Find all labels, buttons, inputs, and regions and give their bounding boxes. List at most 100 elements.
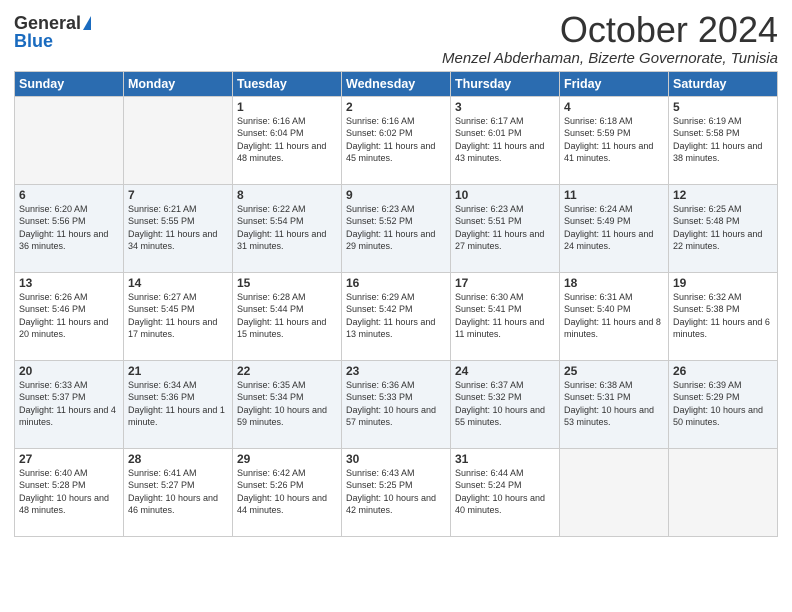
table-row: 5Sunrise: 6:19 AM Sunset: 5:58 PM Daylig… bbox=[669, 96, 778, 184]
table-row: 20Sunrise: 6:33 AM Sunset: 5:37 PM Dayli… bbox=[15, 360, 124, 448]
day-number: 29 bbox=[237, 452, 337, 466]
calendar-week-row: 20Sunrise: 6:33 AM Sunset: 5:37 PM Dayli… bbox=[15, 360, 778, 448]
day-number: 4 bbox=[564, 100, 664, 114]
day-number: 20 bbox=[19, 364, 119, 378]
table-row: 29Sunrise: 6:42 AM Sunset: 5:26 PM Dayli… bbox=[233, 448, 342, 536]
table-row: 28Sunrise: 6:41 AM Sunset: 5:27 PM Dayli… bbox=[124, 448, 233, 536]
day-number: 12 bbox=[673, 188, 773, 202]
day-info: Sunrise: 6:44 AM Sunset: 5:24 PM Dayligh… bbox=[455, 467, 555, 517]
day-info: Sunrise: 6:28 AM Sunset: 5:44 PM Dayligh… bbox=[237, 291, 337, 341]
day-number: 11 bbox=[564, 188, 664, 202]
header: General Blue October 2024 Menzel Abderha… bbox=[14, 10, 778, 67]
header-tuesday: Tuesday bbox=[233, 71, 342, 96]
day-info: Sunrise: 6:29 AM Sunset: 5:42 PM Dayligh… bbox=[346, 291, 446, 341]
day-number: 18 bbox=[564, 276, 664, 290]
table-row: 27Sunrise: 6:40 AM Sunset: 5:28 PM Dayli… bbox=[15, 448, 124, 536]
logo: General Blue bbox=[14, 14, 91, 50]
calendar-header-row: Sunday Monday Tuesday Wednesday Thursday… bbox=[15, 71, 778, 96]
table-row: 4Sunrise: 6:18 AM Sunset: 5:59 PM Daylig… bbox=[560, 96, 669, 184]
day-info: Sunrise: 6:37 AM Sunset: 5:32 PM Dayligh… bbox=[455, 379, 555, 429]
header-sunday: Sunday bbox=[15, 71, 124, 96]
day-info: Sunrise: 6:21 AM Sunset: 5:55 PM Dayligh… bbox=[128, 203, 228, 253]
day-info: Sunrise: 6:16 AM Sunset: 6:04 PM Dayligh… bbox=[237, 115, 337, 165]
day-info: Sunrise: 6:35 AM Sunset: 5:34 PM Dayligh… bbox=[237, 379, 337, 429]
day-info: Sunrise: 6:18 AM Sunset: 5:59 PM Dayligh… bbox=[564, 115, 664, 165]
day-number: 25 bbox=[564, 364, 664, 378]
day-number: 19 bbox=[673, 276, 773, 290]
table-row: 7Sunrise: 6:21 AM Sunset: 5:55 PM Daylig… bbox=[124, 184, 233, 272]
day-info: Sunrise: 6:38 AM Sunset: 5:31 PM Dayligh… bbox=[564, 379, 664, 429]
table-row: 9Sunrise: 6:23 AM Sunset: 5:52 PM Daylig… bbox=[342, 184, 451, 272]
day-info: Sunrise: 6:26 AM Sunset: 5:46 PM Dayligh… bbox=[19, 291, 119, 341]
day-number: 13 bbox=[19, 276, 119, 290]
day-info: Sunrise: 6:23 AM Sunset: 5:51 PM Dayligh… bbox=[455, 203, 555, 253]
day-number: 22 bbox=[237, 364, 337, 378]
day-number: 23 bbox=[346, 364, 446, 378]
table-row: 13Sunrise: 6:26 AM Sunset: 5:46 PM Dayli… bbox=[15, 272, 124, 360]
page: General Blue October 2024 Menzel Abderha… bbox=[0, 0, 792, 612]
day-number: 1 bbox=[237, 100, 337, 114]
table-row: 23Sunrise: 6:36 AM Sunset: 5:33 PM Dayli… bbox=[342, 360, 451, 448]
table-row: 17Sunrise: 6:30 AM Sunset: 5:41 PM Dayli… bbox=[451, 272, 560, 360]
day-number: 3 bbox=[455, 100, 555, 114]
table-row: 11Sunrise: 6:24 AM Sunset: 5:49 PM Dayli… bbox=[560, 184, 669, 272]
table-row: 8Sunrise: 6:22 AM Sunset: 5:54 PM Daylig… bbox=[233, 184, 342, 272]
header-thursday: Thursday bbox=[451, 71, 560, 96]
day-info: Sunrise: 6:33 AM Sunset: 5:37 PM Dayligh… bbox=[19, 379, 119, 429]
header-wednesday: Wednesday bbox=[342, 71, 451, 96]
day-number: 8 bbox=[237, 188, 337, 202]
table-row: 2Sunrise: 6:16 AM Sunset: 6:02 PM Daylig… bbox=[342, 96, 451, 184]
day-number: 21 bbox=[128, 364, 228, 378]
calendar-week-row: 27Sunrise: 6:40 AM Sunset: 5:28 PM Dayli… bbox=[15, 448, 778, 536]
day-number: 30 bbox=[346, 452, 446, 466]
table-row bbox=[124, 96, 233, 184]
calendar-week-row: 13Sunrise: 6:26 AM Sunset: 5:46 PM Dayli… bbox=[15, 272, 778, 360]
table-row: 15Sunrise: 6:28 AM Sunset: 5:44 PM Dayli… bbox=[233, 272, 342, 360]
day-info: Sunrise: 6:31 AM Sunset: 5:40 PM Dayligh… bbox=[564, 291, 664, 341]
day-info: Sunrise: 6:16 AM Sunset: 6:02 PM Dayligh… bbox=[346, 115, 446, 165]
table-row: 6Sunrise: 6:20 AM Sunset: 5:56 PM Daylig… bbox=[15, 184, 124, 272]
table-row: 21Sunrise: 6:34 AM Sunset: 5:36 PM Dayli… bbox=[124, 360, 233, 448]
day-info: Sunrise: 6:39 AM Sunset: 5:29 PM Dayligh… bbox=[673, 379, 773, 429]
calendar-week-row: 6Sunrise: 6:20 AM Sunset: 5:56 PM Daylig… bbox=[15, 184, 778, 272]
day-info: Sunrise: 6:42 AM Sunset: 5:26 PM Dayligh… bbox=[237, 467, 337, 517]
day-info: Sunrise: 6:40 AM Sunset: 5:28 PM Dayligh… bbox=[19, 467, 119, 517]
day-number: 10 bbox=[455, 188, 555, 202]
table-row: 26Sunrise: 6:39 AM Sunset: 5:29 PM Dayli… bbox=[669, 360, 778, 448]
calendar-week-row: 1Sunrise: 6:16 AM Sunset: 6:04 PM Daylig… bbox=[15, 96, 778, 184]
day-info: Sunrise: 6:41 AM Sunset: 5:27 PM Dayligh… bbox=[128, 467, 228, 517]
table-row: 24Sunrise: 6:37 AM Sunset: 5:32 PM Dayli… bbox=[451, 360, 560, 448]
day-info: Sunrise: 6:43 AM Sunset: 5:25 PM Dayligh… bbox=[346, 467, 446, 517]
day-info: Sunrise: 6:17 AM Sunset: 6:01 PM Dayligh… bbox=[455, 115, 555, 165]
header-monday: Monday bbox=[124, 71, 233, 96]
title-block: October 2024 Menzel Abderhaman, Bizerte … bbox=[442, 10, 778, 67]
day-number: 16 bbox=[346, 276, 446, 290]
table-row: 10Sunrise: 6:23 AM Sunset: 5:51 PM Dayli… bbox=[451, 184, 560, 272]
day-info: Sunrise: 6:36 AM Sunset: 5:33 PM Dayligh… bbox=[346, 379, 446, 429]
day-number: 28 bbox=[128, 452, 228, 466]
day-info: Sunrise: 6:24 AM Sunset: 5:49 PM Dayligh… bbox=[564, 203, 664, 253]
day-info: Sunrise: 6:19 AM Sunset: 5:58 PM Dayligh… bbox=[673, 115, 773, 165]
day-number: 14 bbox=[128, 276, 228, 290]
day-info: Sunrise: 6:30 AM Sunset: 5:41 PM Dayligh… bbox=[455, 291, 555, 341]
day-number: 2 bbox=[346, 100, 446, 114]
header-friday: Friday bbox=[560, 71, 669, 96]
table-row bbox=[560, 448, 669, 536]
day-number: 5 bbox=[673, 100, 773, 114]
table-row bbox=[15, 96, 124, 184]
main-title: October 2024 bbox=[442, 10, 778, 50]
day-number: 9 bbox=[346, 188, 446, 202]
day-number: 24 bbox=[455, 364, 555, 378]
table-row bbox=[669, 448, 778, 536]
calendar-table: Sunday Monday Tuesday Wednesday Thursday… bbox=[14, 71, 778, 537]
table-row: 3Sunrise: 6:17 AM Sunset: 6:01 PM Daylig… bbox=[451, 96, 560, 184]
day-info: Sunrise: 6:20 AM Sunset: 5:56 PM Dayligh… bbox=[19, 203, 119, 253]
table-row: 31Sunrise: 6:44 AM Sunset: 5:24 PM Dayli… bbox=[451, 448, 560, 536]
header-saturday: Saturday bbox=[669, 71, 778, 96]
subtitle: Menzel Abderhaman, Bizerte Governorate, … bbox=[442, 50, 778, 67]
logo-triangle-icon bbox=[83, 16, 91, 30]
table-row: 12Sunrise: 6:25 AM Sunset: 5:48 PM Dayli… bbox=[669, 184, 778, 272]
day-info: Sunrise: 6:27 AM Sunset: 5:45 PM Dayligh… bbox=[128, 291, 228, 341]
day-info: Sunrise: 6:34 AM Sunset: 5:36 PM Dayligh… bbox=[128, 379, 228, 429]
day-number: 27 bbox=[19, 452, 119, 466]
